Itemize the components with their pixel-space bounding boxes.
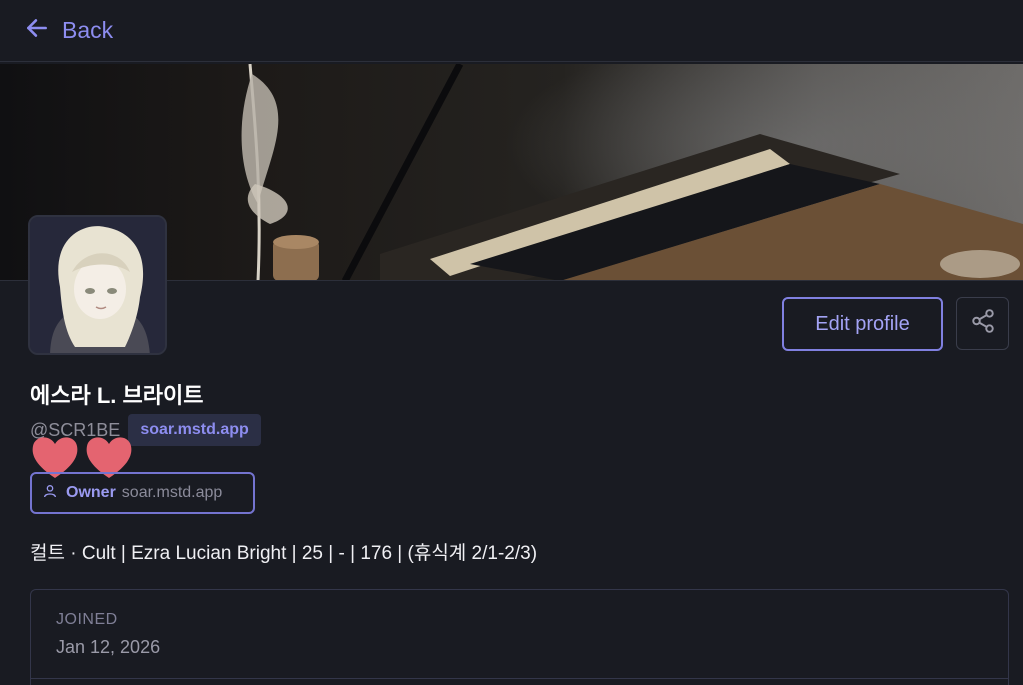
share-button[interactable] bbox=[956, 297, 1009, 350]
edit-profile-button[interactable]: Edit profile bbox=[782, 297, 943, 351]
avatar-portrait bbox=[30, 217, 165, 353]
user-icon bbox=[42, 483, 58, 504]
back-label: Back bbox=[62, 17, 114, 43]
top-bar: Back bbox=[0, 0, 1023, 62]
role-name: Owner bbox=[66, 484, 116, 501]
avatar[interactable] bbox=[28, 215, 167, 355]
arrow-left-icon bbox=[24, 15, 50, 47]
profile-fields: JOINED Jan 12, 2026 bbox=[30, 589, 1009, 685]
display-name: 에스라 L. 브라이트 bbox=[30, 383, 204, 408]
field-value-joined: Jan 12, 2026 bbox=[56, 637, 161, 657]
role-domain: soar.mstd.app bbox=[121, 484, 223, 501]
profile-bio: 컬트 · Cult | Ezra Lucian Bright | 25 | - … bbox=[30, 543, 538, 564]
back-button[interactable]: Back bbox=[24, 15, 113, 47]
role-badge: Owner soar.mstd.app bbox=[30, 472, 255, 514]
share-icon bbox=[970, 308, 996, 339]
divider bbox=[31, 678, 1008, 679]
domain-badge: soar.mstd.app bbox=[128, 414, 261, 446]
field-label-joined: JOINED bbox=[56, 611, 118, 628]
